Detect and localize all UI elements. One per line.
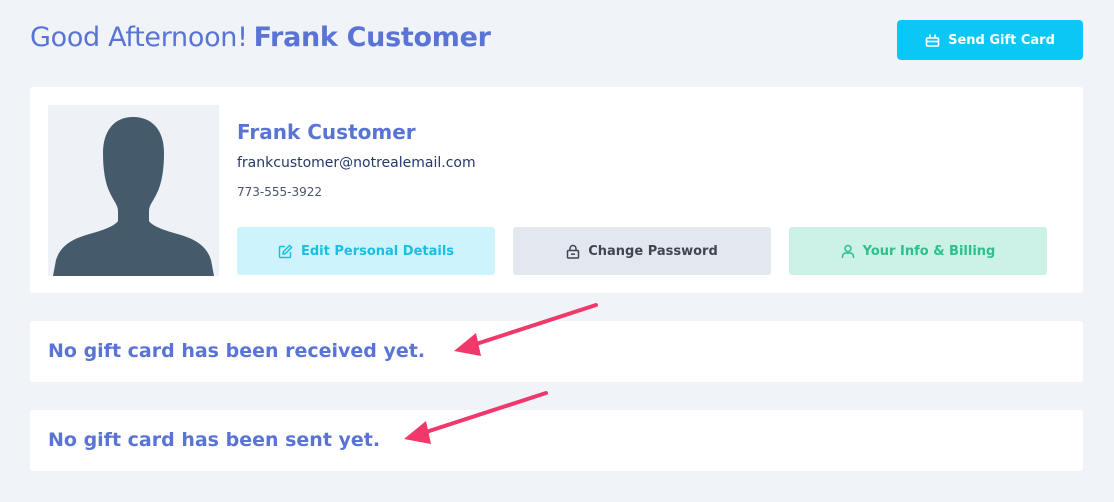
- profile-email: frankcustomer@notrealemail.com: [237, 155, 476, 171]
- user-icon: [841, 244, 855, 259]
- avatar-silhouette-icon: [53, 117, 214, 276]
- send-gift-card-label: Send Gift Card: [948, 32, 1055, 48]
- edit-icon: [278, 243, 293, 259]
- lock-icon: [566, 244, 580, 259]
- change-password-button[interactable]: Change Password: [513, 227, 771, 275]
- your-info-billing-label: Your Info & Billing: [862, 243, 996, 259]
- avatar: [48, 105, 219, 276]
- edit-personal-details-label: Edit Personal Details: [300, 243, 455, 259]
- no-received-gift-card-message: No gift card has been received yet.: [48, 340, 426, 362]
- profile-card: Frank Customer frankcustomer@notrealemai…: [30, 87, 1083, 293]
- page-greeting: Good Afternoon! Frank Customer: [30, 22, 491, 53]
- profile-phone: 773-555-3922: [237, 185, 323, 199]
- your-info-billing-button[interactable]: Your Info & Billing: [789, 227, 1047, 275]
- gift-icon: [925, 33, 940, 47]
- greeting-user-name: Frank Customer: [253, 22, 491, 53]
- edit-personal-details-button[interactable]: Edit Personal Details: [237, 227, 495, 275]
- profile-name: Frank Customer: [237, 120, 416, 144]
- no-sent-gift-card-message: No gift card has been sent yet.: [48, 429, 381, 451]
- greeting-text: Good Afternoon!: [30, 22, 248, 53]
- sent-gift-cards-panel: No gift card has been sent yet.: [30, 410, 1083, 471]
- change-password-label: Change Password: [588, 243, 718, 259]
- send-gift-card-button[interactable]: Send Gift Card: [897, 20, 1083, 60]
- received-gift-cards-panel: No gift card has been received yet.: [30, 321, 1083, 382]
